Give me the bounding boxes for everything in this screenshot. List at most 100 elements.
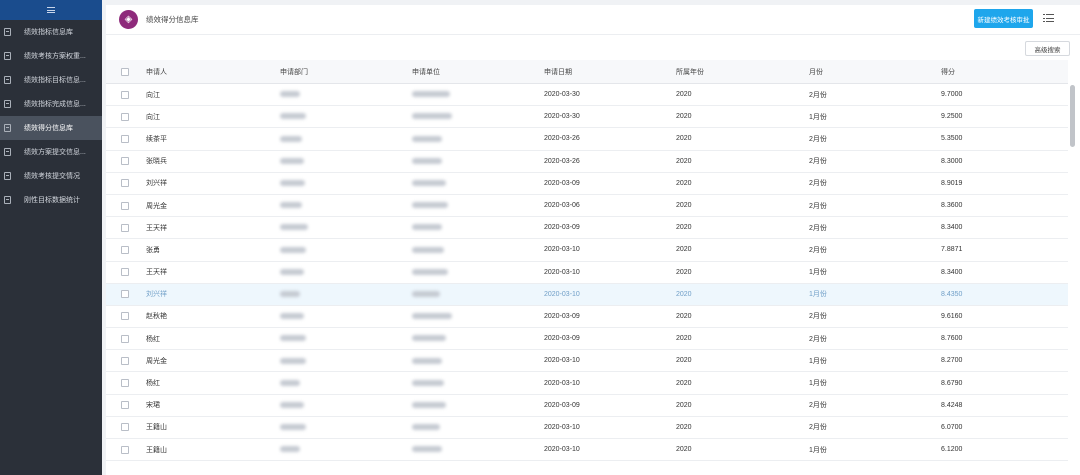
score-cell: 8.3600 <box>941 202 963 210</box>
row-checkbox[interactable] <box>121 379 129 388</box>
department-cell-redacted <box>280 379 300 387</box>
year-cell: 2020 <box>676 312 692 320</box>
table-row[interactable]: 张晓兵 2020-03-26 2020 2月份 8.3000 <box>106 151 1068 173</box>
table-row[interactable]: 刘兴祥 2020-03-10 2020 1月份 8.4350 <box>106 283 1068 306</box>
table-row[interactable]: 杨红 2020-03-09 2020 2月份 8.7600 <box>106 328 1068 351</box>
sidebar-item[interactable]: 绩效指标目标信息... <box>0 68 102 92</box>
hamburger-icon <box>47 7 55 13</box>
row-checkbox[interactable] <box>121 356 129 365</box>
row-checkbox[interactable] <box>121 223 129 232</box>
redacted-text <box>280 290 300 297</box>
unit-cell-redacted <box>412 202 448 209</box>
list-menu-icon[interactable] <box>1043 13 1054 23</box>
month-cell: 2月份 <box>809 335 827 343</box>
table-row[interactable]: 张勇 2020-03-10 2020 2月份 7.8871 <box>106 239 1068 262</box>
redacted-text <box>280 157 304 164</box>
applicant-cell: 宋珺 <box>146 402 160 410</box>
table-row[interactable]: 王天祥 2020-03-10 2020 1月份 8.3400 <box>106 262 1068 284</box>
table-row[interactable]: 杨红 2020-03-10 2020 1月份 8.6790 <box>106 372 1068 395</box>
table-row[interactable]: 向江 2020-03-30 2020 1月份 9.2500 <box>106 106 1068 129</box>
redacted-text <box>412 157 442 164</box>
row-checkbox[interactable] <box>121 134 129 143</box>
column-header[interactable]: 申请人 <box>146 67 167 77</box>
table-row[interactable]: 向江 2020-03-30 2020 2月份 9.7000 <box>106 84 1068 107</box>
column-header[interactable]: 申请日期 <box>544 67 572 77</box>
column-header[interactable]: 得分 <box>941 67 955 77</box>
redacted-text <box>412 401 446 408</box>
row-checkbox[interactable] <box>121 312 129 321</box>
year-cell: 2020 <box>676 357 692 365</box>
redacted-text <box>412 313 452 320</box>
applicant-cell: 张晓兵 <box>146 158 167 166</box>
redacted-text <box>280 357 306 364</box>
table-row[interactable]: 续茶平 2020-03-26 2020 2月份 5.3500 <box>106 128 1068 151</box>
date-cell: 2020-03-26 <box>544 135 580 143</box>
row-checkbox[interactable] <box>121 157 129 166</box>
month-cell: 2月份 <box>809 224 827 232</box>
select-all-checkbox[interactable] <box>121 67 129 76</box>
main-panel: ◈ 绩效得分信息库 新建绩效考核审批 高级搜索 申请人 申请部门 申请单位 申请… <box>106 5 1080 475</box>
sidebar-item-label: 绩效考核方案权重... <box>24 53 86 60</box>
applicant-cell: 向江 <box>146 113 160 121</box>
row-checkbox[interactable] <box>121 445 129 454</box>
redacted-text <box>412 224 442 231</box>
redacted-text <box>280 401 304 408</box>
month-cell: 2月份 <box>809 158 827 166</box>
unit-cell-redacted <box>412 335 446 342</box>
table-row[interactable]: 王籍山 2020-03-10 2020 2月份 6.0700 <box>106 417 1068 439</box>
row-checkbox[interactable] <box>121 112 129 121</box>
month-cell: 2月份 <box>809 180 827 188</box>
department-cell-redacted <box>280 202 302 209</box>
sidebar-toggle[interactable] <box>0 0 102 20</box>
sidebar-item[interactable]: 绩效得分信息库 <box>0 116 102 140</box>
advanced-search-button[interactable]: 高级搜索 <box>1025 41 1070 56</box>
sidebar-item[interactable]: 绩效指标信息库 <box>0 20 102 44</box>
unit-cell-redacted <box>412 313 452 320</box>
score-cell: 9.7000 <box>941 91 963 99</box>
scrollbar-thumb[interactable] <box>1070 85 1075 147</box>
table-row[interactable]: 王天祥 2020-03-09 2020 2月份 8.3400 <box>106 217 1068 240</box>
redacted-text <box>412 113 452 120</box>
row-checkbox[interactable] <box>121 268 129 277</box>
table-row[interactable]: 宋珺 2020-03-09 2020 2月份 8.4248 <box>106 395 1068 417</box>
scrollbar[interactable] <box>1070 85 1075 470</box>
column-header[interactable]: 月份 <box>809 67 823 77</box>
table-row[interactable]: 赵秋艳 2020-03-09 2020 2月份 9.6160 <box>106 306 1068 329</box>
sidebar-item[interactable]: 绩效指标完成信息... <box>0 92 102 116</box>
sidebar-item[interactable]: 绩效考核方案权重... <box>0 44 102 68</box>
table-row[interactable]: 刘兴祥 2020-03-09 2020 2月份 8.9019 <box>106 173 1068 195</box>
sidebar-item[interactable]: 绩效方案提交信息... <box>0 140 102 164</box>
row-checkbox[interactable] <box>121 90 129 99</box>
row-checkbox[interactable] <box>121 179 129 188</box>
score-cell: 6.0700 <box>941 423 963 431</box>
year-cell: 2020 <box>676 224 692 232</box>
redacted-text <box>280 91 300 98</box>
date-cell: 2020-03-10 <box>544 357 580 365</box>
row-checkbox[interactable] <box>121 423 129 432</box>
table-row[interactable]: 王籍山 2020-03-10 2020 1月份 6.1200 <box>106 439 1068 462</box>
redacted-text <box>412 335 446 342</box>
row-checkbox[interactable] <box>121 401 129 410</box>
column-header[interactable]: 所属年份 <box>676 67 704 77</box>
redacted-text <box>412 290 440 297</box>
applicant-cell: 周光金 <box>146 357 167 365</box>
redacted-text <box>412 268 448 275</box>
new-approval-button[interactable]: 新建绩效考核审批 <box>974 9 1033 28</box>
column-header[interactable]: 申请部门 <box>280 67 308 77</box>
sidebar-item[interactable]: 绩效考核提交情况 <box>0 164 102 188</box>
cube-icon: ◈ <box>119 10 138 29</box>
row-checkbox[interactable] <box>121 334 129 343</box>
row-checkbox[interactable] <box>121 245 129 254</box>
sidebar-item[interactable]: 刚性目标数据统计 <box>0 188 102 212</box>
year-cell: 2020 <box>676 401 692 409</box>
column-header[interactable]: 申请单位 <box>412 67 440 77</box>
month-cell: 2月份 <box>809 91 827 99</box>
row-checkbox[interactable] <box>121 290 129 299</box>
table-row[interactable]: 周光金 2020-03-06 2020 2月份 8.3600 <box>106 195 1068 218</box>
month-cell: 1月份 <box>809 269 827 277</box>
year-cell: 2020 <box>676 446 692 454</box>
table-row[interactable]: 周光金 2020-03-10 2020 1月份 8.2700 <box>106 350 1068 373</box>
department-cell-redacted <box>280 424 306 431</box>
row-checkbox[interactable] <box>121 201 129 210</box>
unit-cell-redacted <box>412 135 442 142</box>
